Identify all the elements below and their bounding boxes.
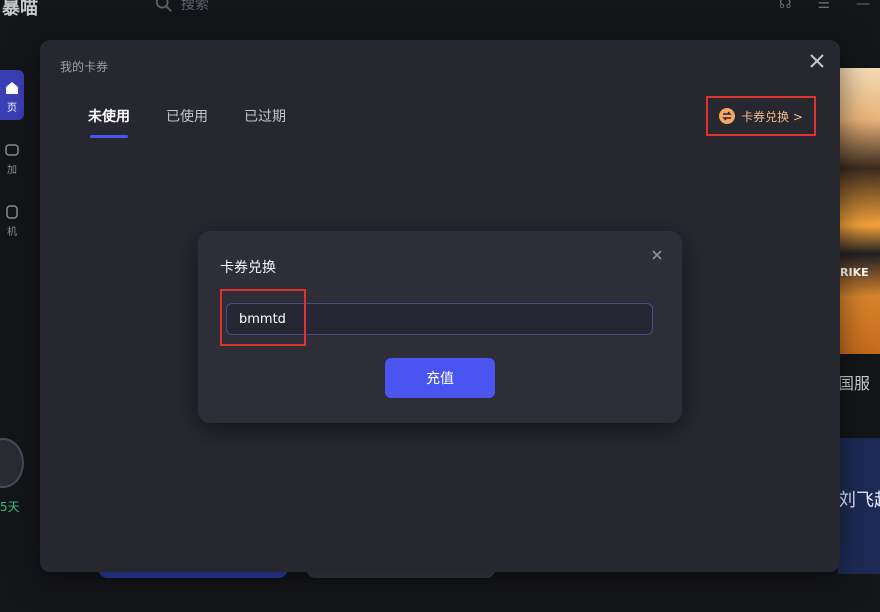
coupon-redeem-button[interactable]: 卡券兑换 > bbox=[706, 96, 816, 136]
search-placeholder: 搜索 bbox=[181, 0, 209, 13]
menu-icon[interactable]: ☰ bbox=[817, 0, 830, 12]
coupon-tabs: 未使用 已使用 已过期 bbox=[88, 106, 286, 138]
coupon-code-input[interactable] bbox=[227, 304, 652, 334]
home-icon bbox=[6, 82, 18, 94]
tab-used[interactable]: 已使用 bbox=[166, 106, 208, 136]
game-banner-image: RIKE bbox=[838, 68, 880, 354]
close-icon[interactable] bbox=[650, 247, 664, 261]
tab-expired[interactable]: 已过期 bbox=[244, 106, 286, 136]
game-banner-label: 国服 bbox=[838, 374, 871, 393]
avatar[interactable] bbox=[0, 438, 24, 488]
code-input-wrapper bbox=[226, 303, 653, 335]
exchange-icon bbox=[719, 108, 736, 124]
dialog-title: 卡券兑换 bbox=[220, 260, 276, 276]
redeem-dialog: 卡券兑换 充值 bbox=[198, 231, 682, 423]
search-bar[interactable]: 搜索 bbox=[155, 0, 209, 14]
close-icon[interactable] bbox=[806, 50, 828, 72]
search-icon bbox=[155, 0, 172, 12]
member-days: 5天 bbox=[0, 500, 20, 514]
modal-title: 我的卡券 bbox=[60, 60, 109, 74]
gamepad-icon bbox=[5, 144, 19, 156]
app-logo: 暴喵 bbox=[2, 0, 38, 19]
headset-icon[interactable]: ☊ bbox=[779, 0, 791, 12]
sidebar-item-speed[interactable]: 加 bbox=[0, 132, 24, 182]
sidebar-item-home[interactable]: 页 bbox=[0, 70, 24, 120]
tab-unused[interactable]: 未使用 bbox=[88, 106, 130, 138]
recharge-button[interactable]: 充值 bbox=[385, 358, 495, 398]
top-icons: ☊ ☰ — bbox=[779, 0, 870, 12]
minimize-icon[interactable]: — bbox=[856, 0, 870, 12]
coupon-redeem-label: 卡券兑换 > bbox=[741, 109, 803, 124]
promo-banner: 刘飞起 bbox=[838, 438, 880, 574]
sidebar-item-device[interactable]: 机 bbox=[0, 194, 24, 244]
device-icon bbox=[6, 205, 18, 219]
